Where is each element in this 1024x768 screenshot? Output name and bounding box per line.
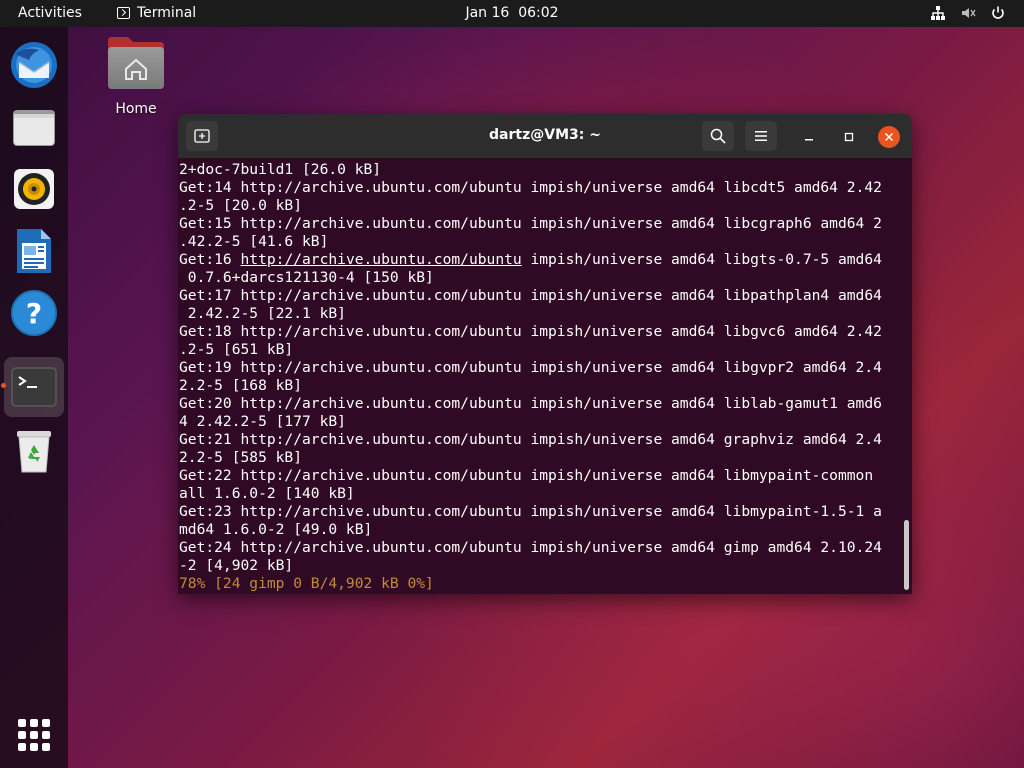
dock-terminal[interactable] bbox=[4, 357, 64, 417]
new-tab-icon bbox=[194, 129, 210, 143]
terminal-line: md64 1.6.0-2 [49.0 kB] bbox=[179, 521, 373, 538]
show-applications-button[interactable] bbox=[18, 719, 50, 751]
trash-icon bbox=[17, 431, 51, 473]
terminal-scrollbar[interactable] bbox=[904, 520, 909, 590]
line-prefix: Get:16 bbox=[179, 251, 241, 268]
terminal-icon bbox=[11, 367, 57, 407]
terminal-line: 2.2-5 [168 kB] bbox=[179, 377, 303, 394]
grid-dot bbox=[30, 719, 38, 727]
terminal-line: .2-5 [20.0 kB] bbox=[179, 197, 303, 214]
terminal-line: -2 [4,902 kB] bbox=[179, 557, 294, 574]
app-menu-label: Terminal bbox=[137, 5, 197, 21]
home-label: Home bbox=[115, 101, 157, 117]
dock-libreoffice-writer[interactable] bbox=[4, 221, 64, 281]
minimize-button[interactable] bbox=[798, 126, 820, 148]
terminal-line: Get:22 http://archive.ubuntu.com/ubuntu … bbox=[179, 467, 874, 484]
terminal-line: Get:20 http://archive.ubuntu.com/ubuntu … bbox=[179, 395, 882, 412]
dock-rhythmbox[interactable] bbox=[4, 159, 64, 219]
thunderbird-mail-icon bbox=[11, 42, 57, 88]
archive-url-link[interactable]: http://archive.ubuntu.com/ubuntu bbox=[241, 251, 522, 268]
progress-line: 78% [24 gimp 0 B/4,902 kB 0%] bbox=[179, 575, 434, 592]
hamburger-menu-icon bbox=[755, 131, 767, 141]
terminal-line: 2.2-5 [585 kB] bbox=[179, 449, 303, 466]
clock[interactable]: Jan 16 06:02 bbox=[465, 5, 558, 21]
grid-dot bbox=[18, 731, 26, 739]
dock-help[interactable]: ? bbox=[4, 283, 64, 343]
dock-thunderbird[interactable] bbox=[4, 35, 64, 95]
terminal-window[interactable]: dartz@VM3: ~ 2+doc-7build1 [26.0 kB] Get… bbox=[178, 114, 912, 594]
system-tray[interactable] bbox=[930, 5, 1006, 21]
app-menu[interactable]: Terminal bbox=[117, 5, 196, 21]
terminal-line: Get:19 http://archive.ubuntu.com/ubuntu … bbox=[179, 359, 882, 376]
terminal-line: Get:24 http://archive.ubuntu.com/ubuntu … bbox=[179, 539, 882, 556]
terminal-output[interactable]: 2+doc-7build1 [26.0 kB] Get:14 http://ar… bbox=[178, 158, 912, 594]
terminal-line: Get:18 http://archive.ubuntu.com/ubuntu … bbox=[179, 323, 882, 340]
terminal-line: .42.2-5 [41.6 kB] bbox=[179, 233, 329, 250]
desktop-home-icon[interactable]: Home bbox=[100, 35, 172, 117]
files-icon bbox=[13, 110, 55, 146]
search-button[interactable] bbox=[702, 121, 734, 151]
top-bar: Activities Terminal Jan 16 06:02 bbox=[0, 0, 1024, 27]
close-icon bbox=[884, 132, 894, 142]
grid-dot bbox=[18, 743, 26, 751]
dock-trash[interactable] bbox=[4, 421, 64, 481]
terminal-line: 2+doc-7build1 [26.0 kB] bbox=[179, 161, 382, 178]
terminal-line: all 1.6.0-2 [140 kB] bbox=[179, 485, 355, 502]
libreoffice-writer-icon bbox=[17, 229, 51, 273]
menu-button[interactable] bbox=[745, 121, 777, 151]
minimize-icon bbox=[805, 139, 813, 141]
maximize-icon bbox=[844, 132, 854, 142]
dock-files[interactable] bbox=[4, 97, 64, 157]
terminal-line: 2.42.2-5 [22.1 kB] bbox=[179, 305, 346, 322]
terminal-line: Get:23 http://archive.ubuntu.com/ubuntu … bbox=[179, 503, 882, 520]
help-icon: ? bbox=[11, 290, 57, 336]
terminal-line: 0.7.6+darcs121130-4 [150 kB] bbox=[179, 269, 434, 286]
grid-dot bbox=[30, 731, 38, 739]
terminal-running-indicator bbox=[1, 383, 6, 388]
terminal-line: Get:14 http://archive.ubuntu.com/ubuntu … bbox=[179, 179, 882, 196]
dock: ? bbox=[0, 27, 68, 768]
grid-dot bbox=[30, 743, 38, 751]
rhythmbox-icon bbox=[14, 169, 54, 209]
new-tab-button[interactable] bbox=[186, 121, 218, 151]
grid-dot bbox=[42, 719, 50, 727]
volume-muted-icon bbox=[962, 8, 976, 18]
window-title: dartz@VM3: ~ bbox=[489, 127, 601, 143]
grid-dot bbox=[42, 731, 50, 739]
grid-dot bbox=[18, 719, 26, 727]
home-folder-icon bbox=[108, 37, 164, 89]
power-icon bbox=[992, 6, 1004, 19]
terminal-line: .2-5 [651 kB] bbox=[179, 341, 294, 358]
maximize-button[interactable] bbox=[838, 126, 860, 148]
network-icon bbox=[931, 6, 945, 20]
window-headerbar[interactable]: dartz@VM3: ~ bbox=[178, 114, 912, 158]
activities-button[interactable]: Activities bbox=[18, 5, 82, 21]
terminal-line-with-link: Get:16 http://archive.ubuntu.com/ubuntu … bbox=[179, 251, 912, 269]
terminal-app-icon bbox=[117, 7, 130, 19]
search-icon bbox=[710, 128, 726, 144]
close-button[interactable] bbox=[878, 126, 900, 148]
svg-text:?: ? bbox=[26, 297, 42, 330]
grid-dot bbox=[42, 743, 50, 751]
terminal-line: Get:15 http://archive.ubuntu.com/ubuntu … bbox=[179, 215, 882, 232]
terminal-line: Get:21 http://archive.ubuntu.com/ubuntu … bbox=[179, 431, 882, 448]
terminal-line: 4 2.42.2-5 [177 kB] bbox=[179, 413, 346, 430]
line-suffix: impish/universe amd64 libgts-0.7-5 amd64 bbox=[521, 251, 882, 268]
terminal-line: Get:17 http://archive.ubuntu.com/ubuntu … bbox=[179, 287, 882, 304]
